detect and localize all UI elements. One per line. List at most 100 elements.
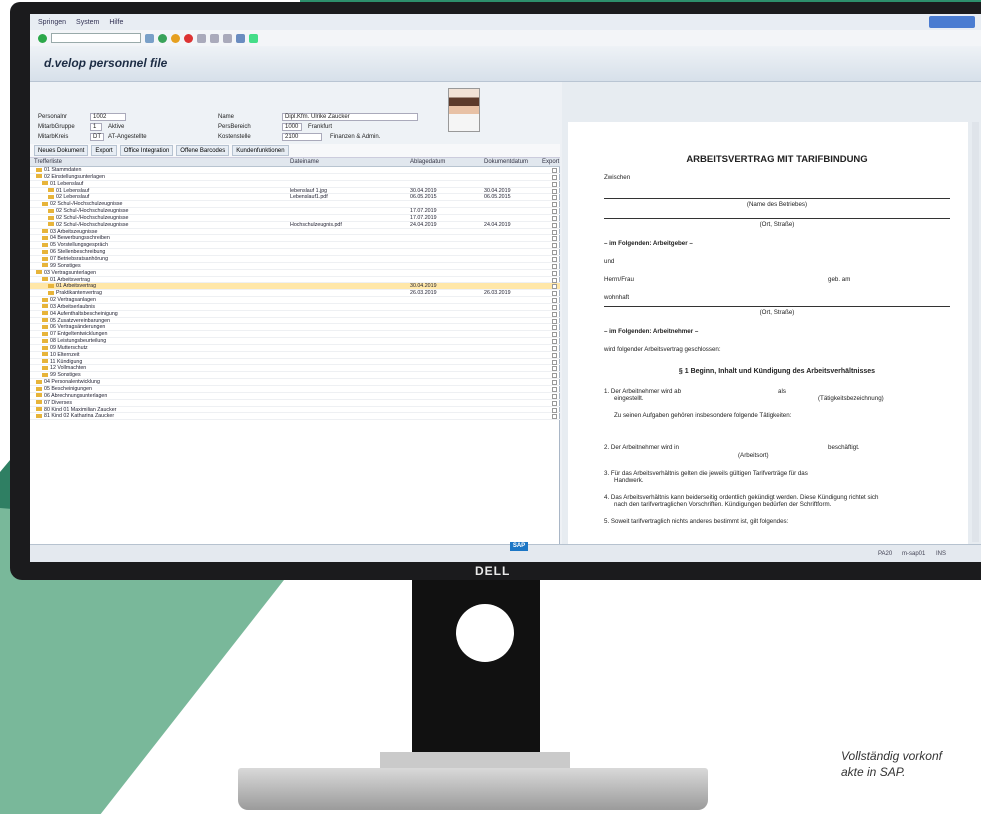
export-checkbox[interactable] <box>552 318 557 324</box>
table-row[interactable]: 01 Arbeitsvertrag 30.04.2019 <box>30 283 560 291</box>
table-row[interactable]: 01 Stammdaten <box>30 167 560 174</box>
persbereich-code[interactable]: 1000 <box>282 123 302 131</box>
export-checkbox[interactable] <box>552 181 557 187</box>
table-row[interactable]: 07 Betriebsratsanhörung <box>30 256 560 263</box>
export-checkbox[interactable] <box>552 373 557 379</box>
table-row[interactable]: 07 Entgeltentwicklungen <box>30 331 560 339</box>
table-row[interactable]: 07 Diverses <box>30 400 560 407</box>
table-row[interactable]: 03 Arbeitszeugnisse <box>30 229 560 236</box>
table-row[interactable]: 99 Sonstiges <box>30 372 560 380</box>
help-icon[interactable] <box>249 33 258 43</box>
table-row[interactable]: 03 Vertragsunterlagen <box>30 270 560 277</box>
col-export[interactable]: Export <box>542 159 559 165</box>
find-icon[interactable] <box>210 33 219 43</box>
table-row[interactable]: 02 Schul-/Hochschulzeugnisse 17.07.2019 <box>30 215 560 222</box>
export-checkbox[interactable] <box>552 202 557 208</box>
table-row[interactable]: 01 Lebenslauf lebenslauf 1.jpg 30.04.2019 3… <box>30 188 560 195</box>
table-row[interactable]: 03 Arbeitserlaubnis <box>30 304 560 311</box>
menu-system[interactable]: System <box>76 19 99 26</box>
export-checkbox[interactable] <box>552 325 557 331</box>
mitarbgruppe-code[interactable]: 1 <box>90 123 102 131</box>
table-row[interactable]: 11 Kündigung <box>30 359 560 366</box>
export-checkbox[interactable] <box>552 250 557 256</box>
table-row[interactable]: 81 Kind 02 Katharina Zaucker <box>30 413 560 421</box>
table-row[interactable]: 12 Vollmachten <box>30 365 560 373</box>
export-checkbox[interactable] <box>552 188 557 194</box>
export-checkbox[interactable] <box>552 345 557 351</box>
export-checkbox[interactable] <box>552 168 557 173</box>
export-checkbox[interactable] <box>552 284 557 290</box>
export-checkbox[interactable] <box>552 229 557 235</box>
export-checkbox[interactable] <box>552 263 557 269</box>
export-checkbox[interactable] <box>552 256 557 262</box>
table-row[interactable]: 02 Lebenslauf Lebenslauf1.pdf 06.05.2015 06… <box>30 194 560 202</box>
kostenstelle-code[interactable]: 2100 <box>282 133 322 141</box>
export-checkbox[interactable] <box>552 407 557 413</box>
table-row[interactable]: 04 Bewerbungsschreiben <box>30 235 560 243</box>
export-checkbox[interactable] <box>552 243 557 249</box>
table-row[interactable]: 04 Personalentwicklung <box>30 379 560 386</box>
export-checkbox[interactable] <box>552 339 557 345</box>
export-checkbox[interactable] <box>552 366 557 372</box>
col-ablagedatum[interactable]: Ablagedatum <box>410 159 445 165</box>
menu-hilfe[interactable]: Hilfe <box>109 19 123 26</box>
col-dateiname[interactable]: Dateiname <box>290 159 319 165</box>
enter-icon[interactable] <box>38 33 47 43</box>
exit-icon[interactable] <box>171 33 180 43</box>
customer-functions-button[interactable]: Kundenfunktionen <box>232 145 289 156</box>
export-checkbox[interactable] <box>552 352 557 358</box>
table-row[interactable]: 04 Aufenthaltsbescheinigung <box>30 311 560 318</box>
table-row[interactable]: 06 Abrechnungsunterlagen <box>30 393 560 400</box>
table-row[interactable]: 05 Bescheinigungen <box>30 386 560 393</box>
export-checkbox[interactable] <box>552 236 557 242</box>
page-icon[interactable] <box>223 33 232 43</box>
table-row[interactable]: 01 Lebenslauf <box>30 181 560 188</box>
table-row[interactable]: 08 Leistungsbeurteilung <box>30 338 560 345</box>
table-row[interactable]: 09 Mutterschutz <box>30 345 560 352</box>
cancel-icon[interactable] <box>184 33 193 43</box>
export-checkbox[interactable] <box>552 393 557 399</box>
export-checkbox[interactable] <box>552 359 557 365</box>
export-checkbox[interactable] <box>552 400 557 406</box>
table-row[interactable]: 06 Stellenbeschreibung <box>30 249 560 256</box>
office-integration-button[interactable]: Office Integration <box>119 145 174 156</box>
export-checkbox[interactable] <box>552 277 557 283</box>
new-document-button[interactable]: Neues Dokument <box>34 145 89 156</box>
name-field[interactable]: Dipl.Kfm. Ulrike Zaucker <box>282 113 418 121</box>
export-checkbox[interactable] <box>552 222 557 228</box>
table-row[interactable]: 02 Schul-/Hochschulzeugnisse 17.07.2019 <box>30 208 560 215</box>
table-row[interactable]: 02 Vertragsanlagen <box>30 297 560 304</box>
personalnr-field[interactable]: 1002 <box>90 113 126 121</box>
table-row[interactable]: Praktikantenvertrag 26.03.2019 26.03.2019 <box>30 290 560 298</box>
mitarbkreis-code[interactable]: DT <box>90 133 104 141</box>
save-icon[interactable] <box>145 33 154 43</box>
table-row[interactable]: 10 Elternzeit <box>30 352 560 359</box>
export-button[interactable]: Export <box>91 145 117 156</box>
vertical-scrollbar[interactable] <box>972 122 979 542</box>
export-checkbox[interactable] <box>552 414 557 420</box>
menu-springen[interactable]: Springen <box>38 19 66 26</box>
layout-icon[interactable] <box>236 33 245 43</box>
table-row[interactable]: 80 Kind 01 Maximilian Zaucker <box>30 407 560 414</box>
command-field[interactable] <box>51 33 141 43</box>
export-checkbox[interactable] <box>552 174 557 180</box>
export-checkbox[interactable] <box>552 380 557 386</box>
table-row[interactable]: 05 Zusatzvereinbarungen <box>30 318 560 325</box>
export-checkbox[interactable] <box>552 270 557 276</box>
table-row[interactable]: 02 Einstellungsunterlagen <box>30 174 560 181</box>
export-checkbox[interactable] <box>552 195 557 201</box>
table-row[interactable]: 05 Vorstellungsgespräch <box>30 242 560 250</box>
export-checkbox[interactable] <box>552 215 557 221</box>
table-row[interactable]: 01 Arbeitsvertrag <box>30 277 560 284</box>
export-checkbox[interactable] <box>552 311 557 317</box>
col-dokumentdatum[interactable]: Dokumentdatum <box>484 159 528 165</box>
table-row[interactable]: 99 Sonstiges <box>30 263 560 270</box>
table-row[interactable]: 02 Schul-/Hochschulzeugnisse <box>30 201 560 209</box>
window-controls[interactable] <box>929 16 975 28</box>
table-row[interactable]: 02 Schul-/Hochschulzeugnisse Hochschulzeu… <box>30 222 560 229</box>
back-icon[interactable] <box>158 33 167 43</box>
table-row[interactable]: 06 Vertragsänderungen <box>30 324 560 332</box>
export-checkbox[interactable] <box>552 387 557 392</box>
export-checkbox[interactable] <box>552 304 557 310</box>
export-checkbox[interactable] <box>552 209 557 215</box>
